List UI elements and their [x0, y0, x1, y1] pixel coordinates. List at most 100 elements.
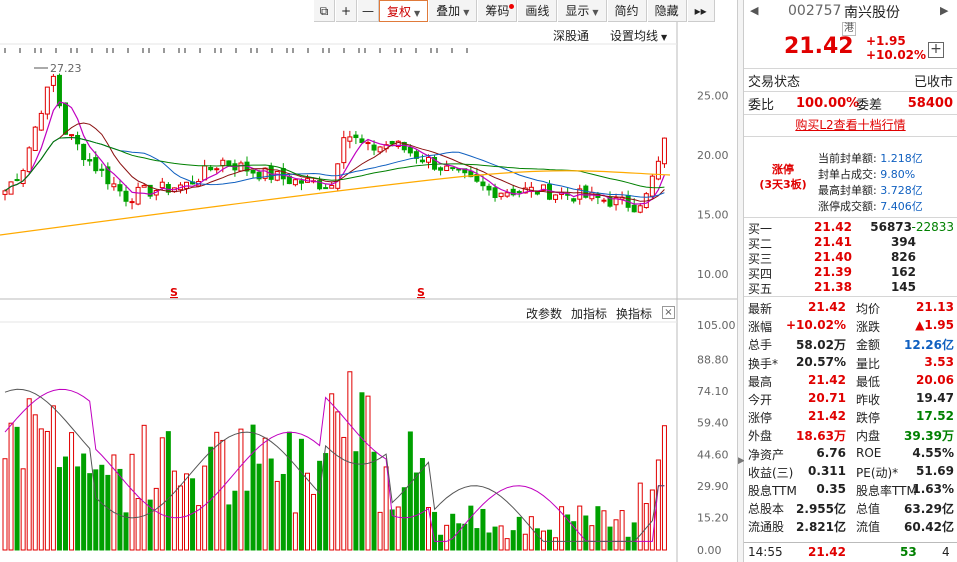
bid-row[interactable]: 买二 21.41 394: [748, 235, 954, 251]
volume-bar: [456, 523, 462, 551]
add-watchlist-button[interactable]: +: [928, 42, 944, 58]
ma-settings-link[interactable]: 设置均线 ▼: [610, 27, 667, 44]
info-mark-icon: [394, 48, 396, 53]
volume-bar: [335, 411, 341, 551]
volume-bar: [311, 493, 317, 551]
order-ratio-label: 委比: [748, 97, 775, 113]
candle-body: [220, 159, 226, 167]
candle-body: [129, 201, 135, 204]
zoom-in-button[interactable]: +: [335, 0, 357, 22]
simple-button[interactable]: 简约: [606, 0, 647, 22]
info-mark-icon: [430, 48, 432, 53]
bid-row[interactable]: 买三 21.40 826: [748, 250, 954, 266]
hide-button[interactable]: 隐藏: [646, 0, 687, 22]
info-mark-icon: [292, 48, 294, 53]
volume-tick-label: 88.80: [697, 354, 729, 367]
info-mark-icon: [163, 48, 165, 53]
chevron-down-icon: ▼: [661, 33, 668, 42]
display-button[interactable]: 显示 ▼: [557, 0, 607, 22]
stock-code: 002757: [788, 3, 842, 19]
volume-bar: [232, 490, 238, 551]
stat-label: 金额: [856, 338, 881, 353]
bid-price: 21.41: [814, 235, 852, 249]
kline-chart[interactable]: 25.00 20.00 15.00 10.00 105.00 88.80 74.10 59.4…: [0, 0, 737, 562]
stat-label: 最新: [748, 302, 773, 316]
bid-row[interactable]: 买五 21.38 145: [748, 280, 954, 296]
chevron-down-icon: ▼: [463, 8, 470, 17]
candle-body: [135, 186, 141, 205]
candle-body: [250, 169, 256, 174]
info-mark-icon: [55, 48, 57, 53]
add-indicator-link[interactable]: 加指标: [571, 305, 607, 322]
close-indicator-button[interactable]: ×: [662, 306, 675, 319]
info-mark-icon: [106, 48, 108, 53]
bid-row[interactable]: 买一 21.42 56873 -22833: [748, 220, 954, 236]
candle-body: [637, 205, 643, 213]
bid-row[interactable]: 买四 21.39 162: [748, 265, 954, 281]
edit-params-link[interactable]: 改参数: [526, 305, 562, 322]
prev-stock-icon[interactable]: ◀: [750, 4, 758, 17]
stat-value: 19.47: [916, 391, 954, 405]
volume-bar: [159, 437, 165, 551]
candle-body: [87, 159, 93, 162]
chevron-down-icon: ▼: [592, 8, 599, 17]
volume-bar: [625, 536, 631, 551]
bid-volume: 145: [890, 280, 916, 294]
stat-label: 总手: [748, 338, 773, 353]
info-mark-icon: [70, 48, 72, 53]
volume-bar: [226, 504, 232, 551]
switch-indicator-link[interactable]: 换指标: [616, 305, 652, 322]
trade-status-value: 已收市: [913, 74, 953, 90]
info-mark-icon: [199, 48, 201, 53]
candle-body: [214, 168, 220, 171]
panel-collapse-handle[interactable]: ▶: [737, 0, 745, 562]
adjust-button[interactable]: 复权 ▼: [379, 0, 429, 22]
volume-bar: [438, 534, 444, 551]
info-mark-icon: [184, 48, 186, 53]
layout-toggle-button[interactable]: ⧉: [313, 0, 335, 22]
stats-row: 今开 20.71 昨收 19.47: [748, 391, 954, 409]
volume-bar: [498, 525, 504, 551]
candle-body: [38, 112, 44, 131]
info-mark-icon: [466, 48, 468, 53]
volume-bar: [468, 505, 474, 551]
overlay-button-label: 叠加: [436, 4, 461, 18]
stat-value: 18.63万: [796, 429, 846, 444]
chips-button[interactable]: 筹码: [477, 0, 518, 22]
stat-value: 51.69: [916, 463, 954, 478]
tick-time: 14:55: [748, 545, 783, 559]
event-marker-s: S: [417, 286, 425, 299]
stat-value: 2.821亿: [796, 520, 846, 535]
stat-value: 39.39万: [904, 429, 954, 444]
hk-connect-link[interactable]: 深股通: [553, 27, 589, 44]
bid-volume: 56873: [870, 220, 912, 234]
info-mark-icon: [256, 48, 258, 53]
seal-value: 7.406亿: [880, 200, 923, 213]
volume-bar: [383, 466, 389, 551]
stat-value: 21.42: [808, 300, 846, 314]
hide-button-label: 隐藏: [654, 4, 679, 18]
volume-bar: [2, 458, 8, 551]
candle-body: [141, 184, 147, 188]
volume-tick-label: 44.60: [697, 448, 729, 461]
info-mark-icon: [112, 48, 114, 53]
candle-body: [44, 86, 50, 115]
buy-l2-link[interactable]: 购买L2查看十档行情: [744, 116, 957, 133]
candle-body: [492, 187, 498, 198]
candle-body: [486, 185, 492, 191]
info-mark-icon: [91, 48, 93, 53]
volume-bar: [26, 398, 32, 551]
zoom-out-button[interactable]: —: [357, 0, 379, 22]
stat-label: 股息TTM: [748, 484, 797, 498]
next-stock-icon[interactable]: ▶: [940, 4, 948, 17]
display-button-label: 显示: [565, 4, 590, 18]
overlay-button[interactable]: 叠加 ▼: [428, 0, 478, 22]
volume-bar: [595, 506, 601, 551]
volume-bar: [365, 395, 371, 551]
draw-line-button[interactable]: 画线: [517, 0, 558, 22]
seal-label: 涨停成交额:: [818, 200, 877, 213]
chart-area[interactable]: 25.00 20.00 15.00 10.00 105.00 88.80 74.10 59.4…: [0, 0, 737, 562]
stat-label: 均价: [856, 302, 881, 316]
expand-button[interactable]: ▸▸: [686, 0, 715, 22]
volume-bar: [286, 431, 292, 551]
